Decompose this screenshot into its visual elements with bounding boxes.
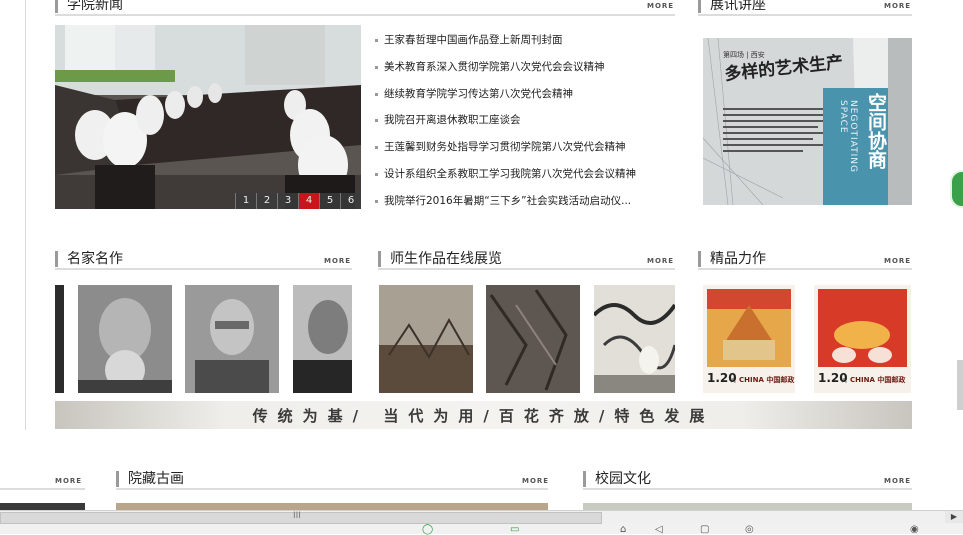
status-speaker-icon[interactable]: ◁ <box>655 524 663 535</box>
section-title-lectures: 展讯讲座 <box>698 0 766 13</box>
vertical-scrollbar-thumb[interactable] <box>957 360 963 410</box>
stamp-2-label: CHINA 中国邮政 <box>850 376 906 384</box>
stamp-2[interactable]: 1.20 CHINA 中国邮政 元 <box>814 285 911 393</box>
section-title-campus: 校园文化 <box>583 471 651 487</box>
status-settings-icon[interactable]: ◎ <box>745 524 754 535</box>
status-tool-icon[interactable]: ⌂ <box>620 524 626 535</box>
news-list-item[interactable]: 我院召开离退休教职工座谈会 <box>373 107 678 134</box>
slideshow-page-button[interactable]: 5 <box>319 193 340 209</box>
artwork-thumbnail[interactable] <box>594 285 675 393</box>
artwork-thumbnail[interactable] <box>379 285 473 393</box>
section-rule-lectures <box>698 14 912 16</box>
stamp-1[interactable]: 1.20 CHINA 中国邮政 元 <box>703 285 795 393</box>
slideshow-page-button[interactable]: 1 <box>235 193 256 209</box>
stamp-1-label: CHINA 中国邮政 <box>739 376 795 384</box>
section-title-boutique: 精品力作 <box>698 251 766 267</box>
section-rule-news <box>55 14 675 16</box>
campus-more-link[interactable]: MORE <box>884 477 911 485</box>
news-list-item[interactable]: 设计系组织全系教职工学习我院第八次党代会会议精神 <box>373 161 678 188</box>
poster-vertical-text: 空间协商 <box>865 93 887 169</box>
float-side-button[interactable] <box>950 170 963 208</box>
section-rule-ancient <box>116 488 548 490</box>
section-rule-masters <box>55 268 352 270</box>
news-more-link[interactable]: MORE <box>647 2 674 10</box>
slideshow-page-button[interactable]: 2 <box>256 193 277 209</box>
stamp-2-unit: 元 <box>842 378 848 384</box>
artwork-image <box>379 285 473 393</box>
scroll-right-arrow[interactable]: ▶ <box>945 511 963 523</box>
slideshow-pager: 123456 <box>235 193 361 209</box>
ancient-more-link[interactable]: MORE <box>522 477 549 485</box>
meeting-photo <box>55 25 361 209</box>
section-rule-boutique <box>698 268 912 270</box>
motto-banner: 传统为基/ 当代为用/百花齐放/特色发展 <box>55 401 912 429</box>
news-list: 王家春哲理中国画作品登上新周刊封面 美术教育系深入贯彻学院第八次党代会会议精神 继续… <box>373 27 678 215</box>
master-portrait[interactable] <box>55 285 64 393</box>
slideshow-page-button[interactable]: 4 <box>298 193 319 209</box>
motto-text: 传统为基/ 当代为用/百花齐放/特色发展 <box>252 406 715 425</box>
master-portrait[interactable] <box>293 285 352 393</box>
news-list-item[interactable]: 继续教育学院学习传达第八次党代会精神 <box>373 81 678 108</box>
portrait-photo <box>293 285 352 393</box>
news-slideshow-image[interactable]: 123456 <box>55 25 361 209</box>
lecture-poster[interactable]: 第四场 | 西安 多样的艺术生产 空间协商 NEGOTIATING SPACE <box>703 38 912 205</box>
section-rule-campus <box>583 488 912 490</box>
news-list-item[interactable]: 美术教育系深入贯彻学院第八次党代会会议精神 <box>373 54 678 81</box>
section-title-works: 师生作品在线展览 <box>378 251 502 267</box>
status-zoom-icon[interactable]: ◉ <box>910 524 919 535</box>
status-doc-icon[interactable]: ▭ <box>510 524 519 535</box>
artwork-image <box>486 285 580 393</box>
masters-more-link[interactable]: MORE <box>324 257 351 265</box>
news-list-item[interactable]: 王家春哲理中国画作品登上新周刊封面 <box>373 27 678 54</box>
scroll-grip: III <box>293 511 301 521</box>
section-rule-left-bottom <box>0 488 85 490</box>
horizontal-scrollbar[interactable]: III <box>0 511 945 524</box>
lectures-more-link[interactable]: MORE <box>884 2 911 10</box>
artwork-image <box>594 285 675 393</box>
horizontal-scrollbar-thumb[interactable]: III <box>0 511 602 524</box>
news-list-item[interactable]: 王莲馨到财务处指导学习贯彻学院第八次党代会精神 <box>373 134 678 161</box>
master-portrait[interactable] <box>78 285 172 393</box>
artwork-thumbnail[interactable] <box>486 285 580 393</box>
slideshow-page-button[interactable]: 3 <box>277 193 298 209</box>
portrait-photo <box>78 285 172 393</box>
status-globe-icon[interactable]: ◯ <box>422 524 433 535</box>
stamp-1-unit: 元 <box>731 378 737 384</box>
poster-english-text: NEGOTIATING SPACE <box>838 100 858 173</box>
left-bottom-more-link[interactable]: MORE <box>55 477 82 485</box>
works-more-link[interactable]: MORE <box>647 257 674 265</box>
portrait-photo <box>185 285 279 393</box>
slideshow-page-button[interactable]: 6 <box>340 193 361 209</box>
section-title-ancient: 院藏古画 <box>116 471 184 487</box>
section-title-news: 学院新闻 <box>55 0 123 13</box>
content-left-border <box>25 0 26 430</box>
section-rule-works <box>378 268 675 270</box>
boutique-more-link[interactable]: MORE <box>884 257 911 265</box>
master-portrait[interactable] <box>185 285 279 393</box>
news-list-item[interactable]: 我院举行2016年暑期“三下乡”社会实践活动启动仪... <box>373 188 678 215</box>
section-title-masters: 名家名作 <box>55 251 123 267</box>
status-window-icon[interactable]: ▢ <box>700 524 709 535</box>
